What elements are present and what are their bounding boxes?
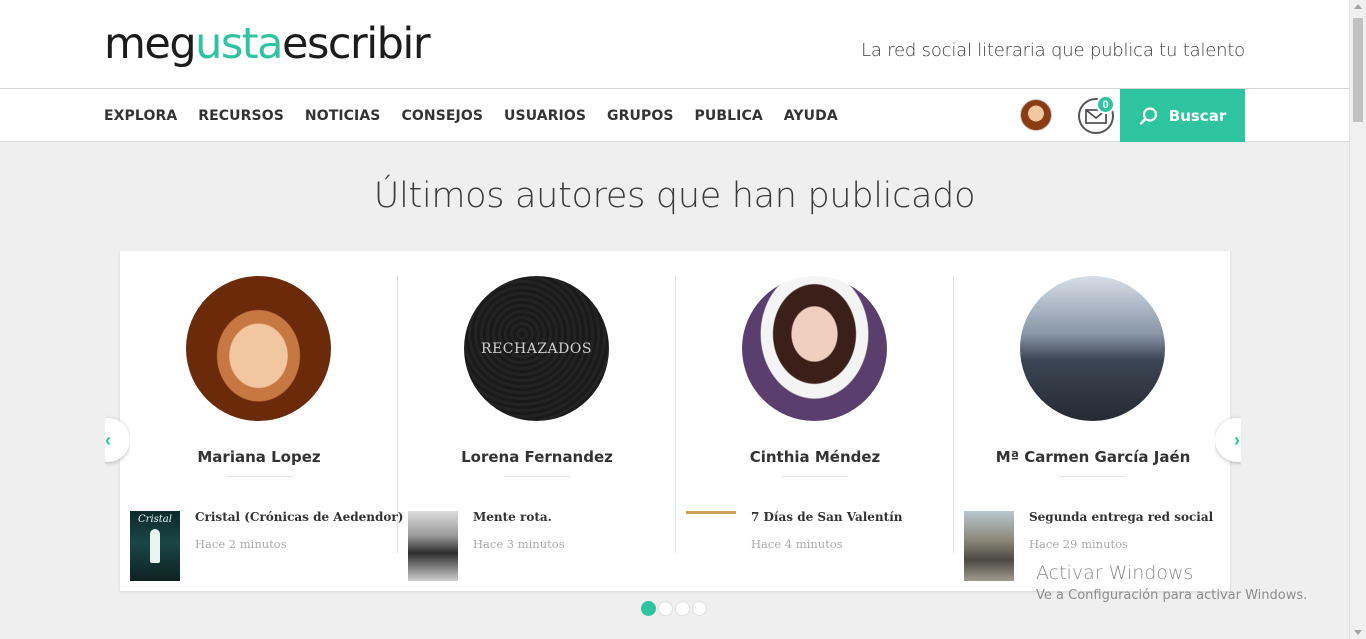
- name-divider: [226, 476, 292, 477]
- carousel-next-button[interactable]: ›: [1215, 418, 1241, 462]
- site-header: megustaescribir La red social literaria …: [0, 0, 1349, 89]
- nav-item-ayuda[interactable]: AYUDA: [784, 108, 838, 124]
- authors-carousel: Mariana Lopez Cristal Cristal (Crónicas …: [120, 251, 1230, 591]
- book-cover[interactable]: Cristal: [130, 511, 180, 581]
- portrait-text: RECHAZADOS: [481, 340, 592, 357]
- book-title[interactable]: Cristal (Crónicas de Aedendor): [195, 510, 403, 524]
- name-divider: [782, 476, 848, 477]
- carousel-dot-3[interactable]: [675, 601, 690, 616]
- nav-item-grupos[interactable]: GRUPOS: [607, 108, 674, 124]
- nav-item-recursos[interactable]: RECURSOS: [198, 108, 284, 124]
- site-tagline: La red social literaria que publica tu t…: [861, 40, 1245, 61]
- author-portrait[interactable]: RECHAZADOS: [464, 276, 609, 421]
- carousel-prev-clip: ‹: [105, 410, 130, 470]
- carousel-dot-4[interactable]: [692, 601, 707, 616]
- carousel-prev-button[interactable]: ‹: [105, 418, 130, 462]
- watermark-subtitle: Ve a Configuración para activar Windows.: [1036, 588, 1308, 603]
- book-timestamp: Hace 3 minutos: [473, 537, 565, 551]
- book-timestamp: Hace 2 minutos: [195, 537, 287, 551]
- nav-item-publica[interactable]: PUBLICA: [695, 108, 763, 124]
- page-scrollbar[interactable]: [1349, 0, 1366, 639]
- book-cover[interactable]: [964, 511, 1014, 581]
- book-timestamp: Hace 29 minutos: [1029, 537, 1128, 551]
- chevron-right-icon: ›: [1234, 429, 1240, 450]
- nav-item-usuarios[interactable]: USUARIOS: [504, 108, 586, 124]
- name-divider: [1060, 476, 1126, 477]
- carousel-dot-2[interactable]: [658, 601, 673, 616]
- author-name[interactable]: Cinthia Méndez: [676, 448, 954, 466]
- author-card[interactable]: Mª Carmen García Jaén Segunda entrega re…: [954, 276, 1232, 581]
- scroll-down-icon[interactable]: [1354, 630, 1362, 635]
- book-cover-title: Cristal: [138, 514, 172, 525]
- book-title[interactable]: 7 Días de San Valentín: [751, 510, 902, 524]
- author-name[interactable]: Mª Carmen García Jaén: [954, 448, 1232, 466]
- author-name[interactable]: Mariana Lopez: [120, 448, 398, 466]
- chevron-left-icon: ‹: [105, 429, 111, 450]
- logo-text-part2: escribir: [282, 19, 431, 69]
- logo-text-part1: meg: [104, 19, 197, 69]
- watermark-title: Activar Windows: [1036, 562, 1194, 584]
- book-title[interactable]: Segunda entrega red social: [1029, 510, 1213, 524]
- nav-item-explora[interactable]: EXPLORA: [104, 108, 177, 124]
- main-navbar: EXPLORA RECURSOS NOTICIAS CONSEJOS USUAR…: [0, 89, 1349, 142]
- site-logo[interactable]: megustaescribir: [104, 18, 431, 70]
- author-portrait[interactable]: [1020, 276, 1165, 421]
- book-cover[interactable]: [408, 511, 458, 581]
- section-title: Últimos autores que han publicado: [373, 176, 976, 216]
- author-name[interactable]: Lorena Fernandez: [398, 448, 676, 466]
- carousel-pagination: [641, 601, 709, 616]
- book-timestamp: Hace 4 minutos: [751, 537, 843, 551]
- nav-item-noticias[interactable]: NOTICIAS: [305, 108, 381, 124]
- logo-text-accent: usta: [195, 19, 283, 69]
- author-card[interactable]: RECHAZADOS Lorena Fernandez Mente rota. …: [398, 276, 676, 581]
- scrollbar-thumb[interactable]: [1353, 18, 1363, 122]
- author-card[interactable]: Mariana Lopez Cristal Cristal (Crónicas …: [120, 276, 403, 581]
- scroll-up-icon[interactable]: [1354, 4, 1362, 9]
- main-nav: EXPLORA RECURSOS NOTICIAS CONSEJOS USUAR…: [104, 89, 859, 142]
- search-icon: [1139, 106, 1157, 125]
- search-button[interactable]: Buscar: [1120, 89, 1245, 142]
- nav-item-consejos[interactable]: CONSEJOS: [402, 108, 484, 124]
- carousel-next-clip: ›: [1215, 410, 1241, 470]
- messages-count-badge: 0: [1096, 95, 1115, 114]
- carousel-dot-1[interactable]: [641, 601, 656, 616]
- book-title[interactable]: Mente rota.: [473, 510, 552, 524]
- author-portrait[interactable]: [186, 276, 331, 421]
- windows-activation-watermark: Activar Windows Ve a Configuración para …: [1036, 562, 1307, 603]
- book-cover[interactable]: [686, 511, 736, 514]
- author-portrait[interactable]: [742, 276, 887, 421]
- author-card[interactable]: Cinthia Méndez 7 Días de San Valentín Ha…: [676, 276, 954, 553]
- name-divider: [504, 476, 570, 477]
- search-button-label: Buscar: [1168, 106, 1227, 125]
- user-avatar[interactable]: [1020, 99, 1052, 131]
